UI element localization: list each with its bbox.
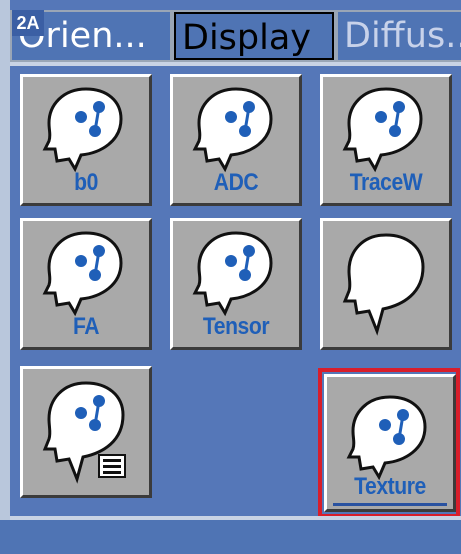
- fa-button[interactable]: FA: [20, 218, 152, 350]
- fa-label: FA: [72, 313, 100, 340]
- head-dots-icon: [42, 87, 123, 173]
- tracew-button[interactable]: TraceW: [320, 74, 452, 206]
- tracew-label: TraceW: [349, 169, 423, 196]
- adc-button[interactable]: ADC: [170, 74, 302, 206]
- head-dots-icon: [346, 395, 427, 481]
- selected-underline: [333, 503, 447, 506]
- button-grid: b0 ADC TraceW FA Tensor Texture: [10, 66, 461, 518]
- adc-label: ADC: [213, 169, 259, 196]
- tab-bar: Orien... Display Diffus...: [10, 10, 461, 62]
- tensor-label: Tensor: [202, 313, 270, 340]
- status-bar: [0, 520, 461, 554]
- texture-button[interactable]: Texture: [324, 374, 456, 512]
- head-card-button[interactable]: [20, 366, 152, 498]
- b0-button[interactable]: b0: [20, 74, 152, 206]
- tab-diffusion[interactable]: Diffus...: [338, 12, 461, 60]
- b0-label: b0: [74, 169, 98, 196]
- head-outline-icon: [342, 233, 425, 336]
- head-dots-icon: [42, 231, 123, 317]
- figure-label: 2A: [12, 10, 44, 36]
- head-outline-button[interactable]: [320, 218, 452, 350]
- texture-label: Texture: [354, 473, 426, 500]
- tab-display[interactable]: Display: [174, 12, 334, 60]
- head-dots-icon: [342, 87, 423, 173]
- tensor-button[interactable]: Tensor: [170, 218, 302, 350]
- head-dots-card-icon: [42, 381, 126, 484]
- left-border: [0, 0, 10, 554]
- head-dots-icon: [192, 87, 273, 173]
- head-dots-icon: [192, 231, 273, 317]
